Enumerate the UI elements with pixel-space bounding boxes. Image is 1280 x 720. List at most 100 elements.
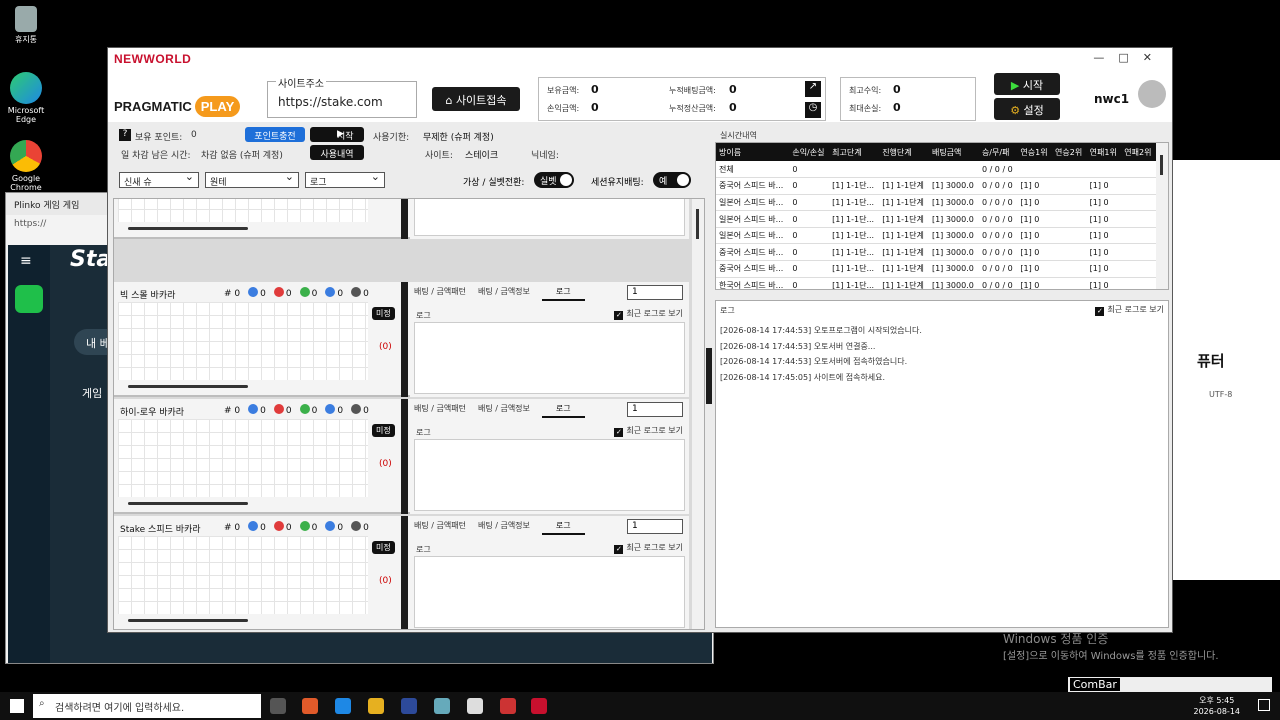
road-scrollbar[interactable]: [118, 382, 368, 390]
site-url-input[interactable]: https://stake.com: [278, 95, 383, 109]
table-header[interactable]: 손익/손실: [789, 143, 830, 161]
game-recent-label: 최근 로그로 보기: [626, 309, 683, 318]
edge-taskbar-icon[interactable]: [335, 698, 351, 714]
result-dot-icon: [273, 521, 284, 531]
chrome-icon[interactable]: Google Chrome: [4, 140, 48, 192]
chart-icon[interactable]: ↗: [805, 81, 821, 97]
game-select[interactable]: 1: [627, 285, 683, 300]
table-row[interactable]: 일본어 스피드 바... 0 [1] 1-1단... [1] 1-1단계 [1] 300…: [716, 227, 1156, 245]
game-recent-label: 최근 로그로 보기: [626, 426, 683, 435]
help-icon[interactable]: ?: [119, 129, 131, 141]
game-tab[interactable]: 로그: [541, 403, 585, 418]
table-row[interactable]: 중국어 스피드 바... 0 [1] 1-1단... [1] 1-1단계 [1] 300…: [716, 260, 1156, 278]
game-splitter[interactable]: [401, 516, 408, 629]
game-splitter[interactable]: [401, 199, 408, 239]
edge-icon[interactable]: Microsoft Edge: [4, 72, 48, 124]
table-header[interactable]: 연패1위: [1086, 143, 1122, 161]
game-recent-checkbox[interactable]: ✓ 최근 로그로 보기: [614, 425, 683, 437]
casino-icon[interactable]: [15, 285, 43, 313]
avatar[interactable]: [1138, 80, 1166, 108]
settings-button[interactable]: ⚙ 설정: [994, 98, 1060, 120]
recycle-bin-icon[interactable]: 휴지통: [4, 6, 48, 45]
table-cell: [1121, 260, 1156, 278]
window-controls[interactable]: —□✕: [1093, 51, 1166, 64]
taskbar-search[interactable]: ⌕ 검색하려면 여기에 입력하세요.: [33, 694, 261, 718]
game-splitter[interactable]: [401, 282, 408, 397]
table-scrollbar[interactable]: [1156, 143, 1168, 289]
road-scrollbar[interactable]: [118, 499, 368, 507]
powershell-icon[interactable]: [401, 698, 417, 714]
task-view-icon[interactable]: [270, 698, 286, 714]
game-log-box[interactable]: [414, 322, 685, 394]
start-button[interactable]: ▶ 시작: [994, 73, 1060, 95]
game-splitter[interactable]: [401, 399, 408, 514]
game-tab[interactable]: 배팅 / 금액정보: [478, 403, 530, 414]
game-tab[interactable]: 배팅 / 금액정보: [478, 286, 530, 297]
table-row[interactable]: 중국어 스피드 바... 0 [1] 1-1단... [1] 1-1단계 [1] 300…: [716, 243, 1156, 262]
site-connect-button[interactable]: ⌂ 사이트접속: [432, 87, 520, 111]
start-small-button[interactable]: ▶ 시작: [310, 127, 364, 142]
log-recent-checkbox[interactable]: ✓ 최근 로그로 보기: [1095, 304, 1164, 316]
mode-select[interactable]: 로그: [305, 170, 385, 188]
table-row[interactable]: 중국어 스피드 바... 0 [1] 1-1단... [1] 1-1단계 [1] 300…: [716, 177, 1156, 195]
app-icon[interactable]: [434, 698, 450, 714]
table-header[interactable]: 연승1위: [1017, 143, 1053, 161]
game-tab[interactable]: 배팅 / 금액패턴: [414, 403, 466, 414]
notification-icon[interactable]: [1258, 699, 1270, 711]
game-log-box[interactable]: [414, 199, 685, 236]
result-dot-icon: [248, 287, 259, 297]
table-header[interactable]: 연패2위: [1121, 143, 1156, 161]
deduct-label: 일 차감 남은 시간:: [121, 151, 191, 161]
game-log-label: 로그: [416, 428, 431, 437]
table-header[interactable]: 승/무/패: [978, 143, 1018, 161]
table-row[interactable]: 일본어 스피드 바... 0 [1] 1-1단... [1] 1-1단계 [1] 300…: [716, 210, 1156, 228]
usage-history-button[interactable]: 사용내역: [310, 145, 364, 160]
profit-label: 손익금액:: [547, 104, 580, 113]
game-select[interactable]: 1: [627, 519, 683, 534]
game-list-scrollbar[interactable]: [692, 199, 704, 629]
charge-points-button[interactable]: 포인트충전: [245, 127, 305, 142]
max-loss-value: 0: [893, 101, 901, 114]
road-scrollbar[interactable]: [118, 224, 368, 232]
edge-label: Microsoft Edge: [7, 106, 45, 124]
game-log-box[interactable]: [414, 439, 685, 511]
remote-icon[interactable]: [500, 698, 516, 714]
newworld-taskbar-icon[interactable]: [531, 698, 547, 714]
table-header[interactable]: 방이름: [716, 143, 790, 161]
virtual-toggle[interactable]: 실벳: [534, 172, 574, 188]
copilot-icon[interactable]: [302, 698, 318, 714]
game-log-box[interactable]: [414, 556, 685, 628]
table-cell: 일본어 스피드 바...: [716, 227, 790, 245]
game-select[interactable]: 1: [627, 402, 683, 417]
table-row[interactable]: 전체 0 0 / 0 / 0: [716, 161, 1156, 179]
clock-icon[interactable]: ◷: [805, 102, 821, 118]
start-icon[interactable]: [10, 699, 24, 713]
room-select[interactable]: 원테: [205, 170, 299, 188]
table-cell: 0 / 0 / 0: [978, 243, 1018, 262]
table-row[interactable]: 한국어 스피드 바... 0 [1] 1-1단... [1] 1-1단계 [1] 300…: [716, 277, 1156, 289]
game-tab[interactable]: 로그: [541, 286, 585, 301]
game-tab[interactable]: 배팅 / 금액패턴: [414, 286, 466, 297]
session-toggle[interactable]: 예: [653, 172, 691, 188]
table-row[interactable]: 일본어 스피드 바... 0 [1] 1-1단... [1] 1-1단계 [1] 300…: [716, 194, 1156, 212]
game-tab[interactable]: 배팅 / 금액패턴: [414, 520, 466, 531]
game-recent-checkbox[interactable]: ✓ 최근 로그로 보기: [614, 542, 683, 554]
period-value: 무제한 (슈퍼 계정): [423, 133, 494, 143]
menu-icon[interactable]: ≡: [8, 245, 50, 277]
table-header[interactable]: 최고단계: [829, 143, 880, 161]
table-header[interactable]: 진행단계: [879, 143, 929, 161]
table-cell: [1] 1-1단계: [879, 260, 929, 278]
game-tab[interactable]: 로그: [541, 520, 585, 535]
explorer-icon[interactable]: [368, 698, 384, 714]
clock[interactable]: 오후 5:45 2026-08-14: [1194, 695, 1241, 717]
table-header[interactable]: 연승2위: [1052, 143, 1087, 161]
table-cell: 중국어 스피드 바...: [716, 177, 790, 195]
game-recent-checkbox[interactable]: ✓ 최근 로그로 보기: [614, 308, 683, 320]
chrome-taskbar-icon[interactable]: [467, 698, 483, 714]
shoe-select[interactable]: 신새 슈: [119, 170, 199, 188]
table-header[interactable]: 배팅금액: [928, 143, 979, 161]
panel-splitter[interactable]: [706, 348, 712, 404]
table-cell: 0 / 0 / 0: [978, 194, 1018, 212]
road-scrollbar[interactable]: [118, 616, 368, 624]
game-tab[interactable]: 배팅 / 금액정보: [478, 520, 530, 531]
